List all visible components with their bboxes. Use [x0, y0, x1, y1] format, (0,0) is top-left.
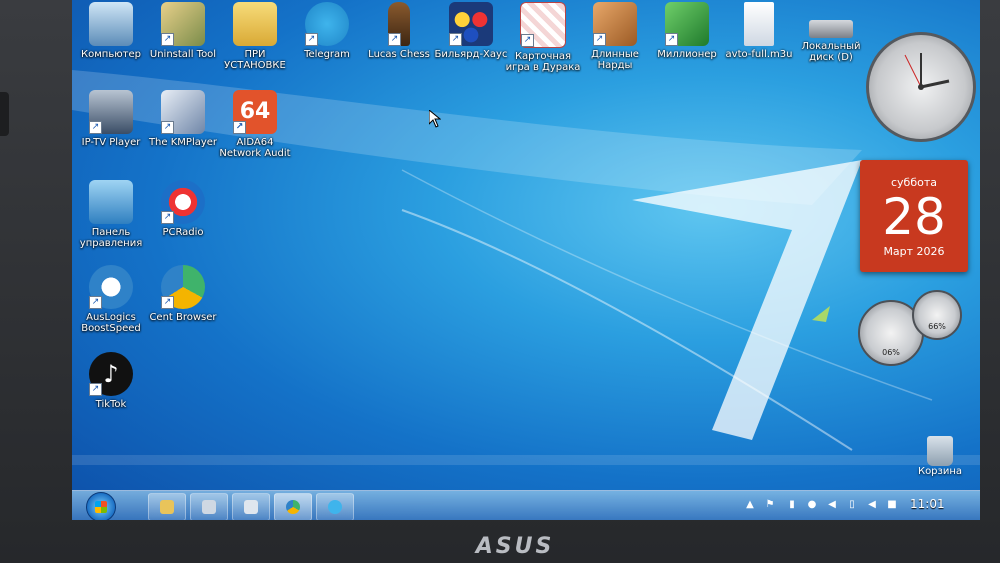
- icon-label: Карточная игра в Дурака: [505, 51, 581, 73]
- desktop-icon-playlist[interactable]: avto-full.m3u: [720, 2, 798, 60]
- icon-label: Корзина: [917, 466, 963, 477]
- folder-icon: [160, 500, 174, 514]
- clock-face-icon: [904, 53, 950, 90]
- uninstall-tool-icon: ↗: [161, 2, 205, 46]
- tray-speaker-icon[interactable]: ◀: [826, 499, 838, 511]
- icon-label: The KMPlayer: [148, 137, 218, 148]
- desktop-icon-billiard[interactable]: ↗ Бильярд-Хаус: [432, 2, 510, 60]
- tray-misc-icon[interactable]: ■: [886, 499, 898, 511]
- icon-label: Панель управления: [79, 227, 143, 249]
- aida64-icon: 64 ↗: [233, 90, 277, 134]
- bezel-hinge: [0, 92, 9, 136]
- stopwatch-icon: ↗: [89, 265, 133, 309]
- icon-label: AusLogics BoostSpeed: [81, 312, 141, 334]
- desktop-icon-millioner[interactable]: ↗ Миллионер: [648, 2, 726, 60]
- taskbar-app-button[interactable]: [190, 493, 228, 520]
- taskbar-clock[interactable]: 11:01: [910, 497, 945, 511]
- desktop-icon-computer[interactable]: Компьютер: [72, 2, 150, 60]
- desktop-icon-nardy[interactable]: ↗ Длинные Нарды: [576, 2, 654, 71]
- taskbar-cent-browser-button[interactable]: [274, 493, 312, 520]
- tray-show-hidden-icon[interactable]: ▲: [744, 499, 756, 511]
- folder-icon: [233, 2, 277, 46]
- telegram-icon: [328, 500, 342, 514]
- asus-logo: ASUS: [475, 534, 555, 559]
- tray-volume-icon[interactable]: ◀: [866, 499, 878, 511]
- start-button[interactable]: [86, 492, 116, 520]
- tiktok-icon: ♪ ↗: [89, 352, 133, 396]
- icon-label: Cent Browser: [149, 312, 217, 323]
- desktop-icon-pcradio[interactable]: ↗ PCRadio: [144, 180, 222, 238]
- calendar-day-number: 28: [882, 188, 946, 246]
- desktop-icon-aida64[interactable]: 64 ↗ AIDA64 Network Audit: [216, 90, 294, 159]
- icon-label: Uninstall Tool: [149, 49, 217, 60]
- icon-label: Telegram: [304, 49, 350, 60]
- desktop-icon-telegram[interactable]: ↗ Telegram: [288, 2, 366, 60]
- telegram-icon: ↗: [305, 2, 349, 46]
- desktop-icon-recycle-bin[interactable]: Корзина: [910, 436, 970, 477]
- cpu-value: 06%: [882, 348, 900, 357]
- desktop-icon-uninstall-tool[interactable]: ↗ Uninstall Tool: [144, 2, 222, 60]
- computer-icon: [89, 2, 133, 46]
- taskbar: ▲ ⚑ ▮ ● ◀ ▯ ◀ ■ 11:01: [72, 490, 980, 520]
- money-icon: ↗: [665, 2, 709, 46]
- recycle-bin-icon: [927, 436, 953, 466]
- playing-card-icon: ↗: [520, 2, 566, 48]
- mouse-cursor-icon: [428, 108, 442, 132]
- icon-label: AIDA64 Network Audit: [219, 137, 291, 159]
- icon-label: Компьютер: [81, 49, 141, 60]
- tray-flag-icon[interactable]: ⚑: [764, 499, 776, 511]
- icon-label: PCRadio: [162, 227, 204, 238]
- desktop-icon-control-panel[interactable]: Панель управления: [72, 180, 150, 249]
- tray-app-icon[interactable]: ●: [806, 499, 818, 511]
- desktop-icon-local-disk-d[interactable]: Локальный диск (D): [792, 20, 870, 63]
- icon-label: Длинные Нарды: [591, 49, 639, 71]
- control-panel-icon: [89, 180, 133, 224]
- taskbar-explorer-button[interactable]: [148, 493, 186, 520]
- desktop-icon-kmplayer[interactable]: ↗ The KMPlayer: [144, 90, 222, 148]
- icon-label: avto-full.m3u: [725, 49, 793, 60]
- calendar-gadget[interactable]: суббота 28 Март 2026: [860, 160, 968, 272]
- desktop-screen: Компьютер ↗ Uninstall Tool ПРИ УСТАНОВКЕ…: [72, 0, 980, 520]
- desktop-icon-cent-browser[interactable]: ↗ Cent Browser: [144, 265, 222, 323]
- ram-meter-gauge[interactable]: 66%: [912, 290, 962, 340]
- desktop-icon-tiktok[interactable]: ♪ ↗ TikTok: [72, 352, 150, 410]
- tray-power-icon[interactable]: ▯: [846, 499, 858, 511]
- ram-value: 66%: [928, 322, 946, 331]
- cent-browser-icon: [286, 500, 300, 514]
- tv-icon: ↗: [89, 90, 133, 134]
- icon-label: Локальный диск (D): [801, 41, 861, 63]
- icon-label: Бильярд-Хаус: [434, 49, 508, 60]
- desktop-icon-iptv-player[interactable]: ↗ IP-TV Player: [72, 90, 150, 148]
- cent-browser-icon: ↗: [161, 265, 205, 309]
- taskbar-telegram-button[interactable]: [316, 493, 354, 520]
- calendar-month-year: Март 2026: [883, 245, 945, 258]
- taskbar-keyboard-button[interactable]: [232, 493, 270, 520]
- tray-network-icon[interactable]: ▮: [786, 499, 798, 511]
- pcradio-icon: ↗: [161, 180, 205, 224]
- desktop-icon-lucas-chess[interactable]: ↗ Lucas Chess: [360, 2, 438, 60]
- icon-label: ПРИ УСТАНОВКЕ: [224, 49, 286, 71]
- kmplayer-icon: ↗: [161, 90, 205, 134]
- desktop-icon-folder[interactable]: ПРИ УСТАНОВКЕ: [216, 2, 294, 71]
- chess-piece-icon: ↗: [388, 2, 410, 46]
- wallpaper-swoosh: [72, 70, 980, 465]
- billiard-balls-icon: ↗: [449, 2, 493, 46]
- icon-label: IP-TV Player: [81, 137, 141, 148]
- desktop-icon-auslogics[interactable]: ↗ AusLogics BoostSpeed: [72, 265, 150, 334]
- dice-icon: ↗: [593, 2, 637, 46]
- hard-drive-icon: [809, 20, 853, 38]
- desktop-icon-durak[interactable]: ↗ Карточная игра в Дурака: [504, 2, 582, 73]
- keyboard-icon: [244, 500, 258, 514]
- clock-gadget[interactable]: [866, 32, 976, 142]
- document-icon: [202, 500, 216, 514]
- playlist-file-icon: [744, 2, 774, 46]
- icon-label: Миллионер: [657, 49, 717, 60]
- icon-label: Lucas Chess: [368, 49, 430, 60]
- icon-label: TikTok: [95, 399, 127, 410]
